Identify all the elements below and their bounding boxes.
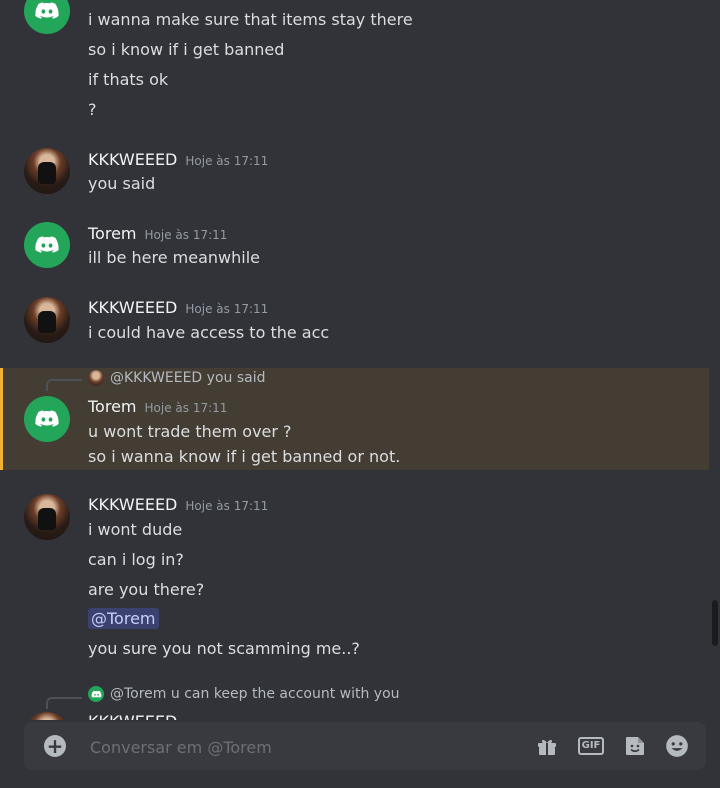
message-timestamp: Hoje às 17:11: [185, 302, 269, 316]
avatar[interactable]: [24, 297, 70, 343]
message-author[interactable]: Torem Hoje às 17:11: [88, 397, 227, 416]
reply-author[interactable]: @KKKWEEED: [110, 370, 202, 386]
reply-spine: [46, 379, 82, 391]
discord-logo-icon[interactable]: [24, 396, 70, 442]
message-line: u wont trade them over ?: [88, 422, 292, 441]
message-line: you sure you not scamming me..?: [88, 639, 360, 658]
reply-avatar: [88, 370, 104, 386]
plus-circle-icon[interactable]: +: [44, 735, 66, 757]
gif-button[interactable]: GIF: [578, 734, 604, 758]
gif-label: GIF: [578, 737, 604, 755]
message-line: ill be here meanwhile: [88, 248, 260, 267]
reply-author[interactable]: @Torem: [110, 686, 166, 702]
reply-text[interactable]: u can keep the account with you: [171, 686, 400, 702]
message-author[interactable]: KKKWEEED: [88, 712, 177, 720]
reply-spine: [46, 697, 82, 709]
message-input[interactable]: [88, 734, 512, 760]
message-line: so i wanna know if i get banned or not.: [88, 447, 401, 466]
author-name[interactable]: KKKWEEED: [88, 495, 177, 514]
message-line: ?: [88, 100, 97, 119]
message-line: are you there?: [88, 580, 205, 599]
gift-icon[interactable]: [534, 734, 560, 758]
message-timestamp: Hoje às 17:11: [185, 154, 269, 168]
message-line: if thats ok: [88, 70, 169, 89]
composer-area: + GIF: [0, 720, 720, 788]
sticker-icon[interactable]: [622, 734, 648, 758]
author-name[interactable]: KKKWEEED: [88, 150, 177, 169]
author-name[interactable]: KKKWEEED: [88, 298, 177, 317]
author-name[interactable]: KKKWEEED: [88, 712, 177, 720]
message-timestamp: Hoje às 17:11: [185, 499, 269, 513]
message-line: you said: [88, 174, 156, 193]
message-list: i wanna make sure that items stay there …: [0, 0, 720, 720]
reply-preview[interactable]: @KKKWEEED you said: [88, 370, 265, 386]
reply-text[interactable]: you said: [207, 370, 266, 386]
discord-logo-icon[interactable]: [24, 0, 70, 34]
message-line: i could have access to the acc: [88, 323, 330, 342]
emoji-icon[interactable]: [664, 734, 690, 758]
message-author[interactable]: Torem Hoje às 17:11: [88, 224, 227, 243]
discord-logo-icon[interactable]: [24, 222, 70, 268]
message-author[interactable]: KKKWEEED Hoje às 17:11: [88, 150, 268, 169]
message-timestamp: Hoje às 17:11: [144, 228, 228, 242]
message-line: can i log in?: [88, 550, 184, 569]
reply-avatar: [88, 686, 104, 702]
message-timestamp: Hoje às 17:11: [144, 401, 228, 415]
author-name[interactable]: Torem: [88, 224, 137, 243]
scrollbar-thumb[interactable]: [712, 600, 718, 646]
message-line: i wanna make sure that items stay there: [88, 10, 413, 29]
avatar[interactable]: [24, 148, 70, 194]
message-line: @Torem: [88, 608, 159, 629]
message-composer: + GIF: [24, 722, 706, 770]
message-line: so i know if i get banned: [88, 40, 285, 59]
message-author[interactable]: KKKWEEED Hoje às 17:11: [88, 495, 268, 514]
author-name[interactable]: Torem: [88, 397, 137, 416]
avatar[interactable]: [24, 712, 70, 720]
avatar[interactable]: [24, 494, 70, 540]
message-line: i wont dude: [88, 520, 183, 539]
reply-preview[interactable]: @Torem u can keep the account with you: [88, 686, 400, 702]
user-mention[interactable]: @Torem: [88, 608, 159, 629]
message-author[interactable]: KKKWEEED Hoje às 17:11: [88, 298, 268, 317]
